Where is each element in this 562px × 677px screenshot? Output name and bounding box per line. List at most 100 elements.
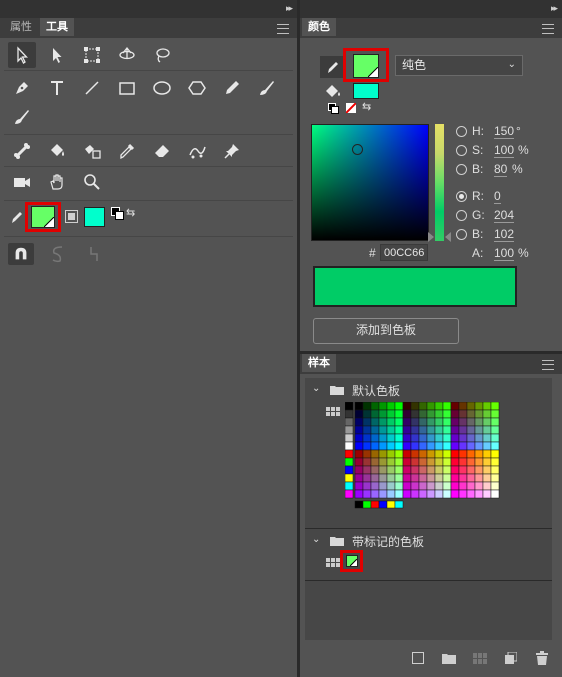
- swatch-cell[interactable]: [466, 489, 476, 499]
- swatch-cell[interactable]: [474, 425, 484, 435]
- swatch-cell[interactable]: [418, 425, 428, 435]
- swatch-cell[interactable]: [394, 449, 404, 459]
- swatch-cell[interactable]: [378, 449, 388, 459]
- hue-slider[interactable]: [435, 124, 444, 241]
- swatch-cell[interactable]: [410, 465, 420, 475]
- lasso-tool[interactable]: [148, 42, 176, 68]
- new-group-icon[interactable]: [442, 653, 456, 664]
- swatch-cell[interactable]: [490, 473, 500, 483]
- swatch-cell[interactable]: [450, 473, 460, 483]
- swatch-cell[interactable]: [426, 409, 436, 419]
- swatch-cell[interactable]: [418, 433, 428, 443]
- swatch-cell[interactable]: [426, 401, 436, 411]
- color-picker-field[interactable]: [311, 124, 429, 241]
- swatch-cell[interactable]: [410, 409, 420, 419]
- swatch-cell[interactable]: [474, 449, 484, 459]
- swatch-cell[interactable]: [370, 441, 380, 451]
- swatch-cell[interactable]: [362, 433, 372, 443]
- swatch-cell[interactable]: [370, 417, 380, 427]
- swatch-cell[interactable]: [410, 457, 420, 467]
- swatch-cell[interactable]: [482, 481, 492, 491]
- 3d-rotation-tool[interactable]: [113, 42, 141, 68]
- swatch-cell[interactable]: [402, 449, 412, 459]
- swatch-cell[interactable]: [378, 425, 388, 435]
- camera-tool[interactable]: [8, 169, 36, 195]
- swatch-cell[interactable]: [466, 433, 476, 443]
- swatch-cell[interactable]: [344, 409, 354, 419]
- panel-menu-icon[interactable]: [542, 360, 554, 370]
- swatch-cell[interactable]: [386, 441, 396, 451]
- swatch-cell[interactable]: [442, 465, 452, 475]
- swatch-cell[interactable]: [386, 457, 396, 467]
- smooth-button[interactable]: [50, 245, 66, 263]
- swatch-cell[interactable]: [458, 433, 468, 443]
- swatch-cell[interactable]: [418, 465, 428, 475]
- radio-g[interactable]: [456, 210, 467, 221]
- swatch-cell[interactable]: [466, 473, 476, 483]
- value-alpha[interactable]: 100: [494, 246, 515, 261]
- swatch-cell[interactable]: [450, 465, 460, 475]
- swatch-cell[interactable]: [482, 489, 492, 499]
- ink-bottle-tool[interactable]: [78, 138, 106, 164]
- swatch-cell[interactable]: [418, 473, 428, 483]
- swatch-cell[interactable]: [442, 449, 452, 459]
- tab-swatches[interactable]: 样本: [302, 354, 336, 372]
- subselection-tool[interactable]: [43, 42, 71, 68]
- swatch-cell[interactable]: [386, 449, 396, 459]
- swap-colors-icon[interactable]: ⇆: [362, 101, 376, 113]
- swatch-cell[interactable]: [410, 473, 420, 483]
- swatch-cell[interactable]: [434, 441, 444, 451]
- swatch-cell[interactable]: [474, 489, 484, 499]
- swatch-cell[interactable]: [370, 433, 380, 443]
- swatch-cell[interactable]: [474, 441, 484, 451]
- swatch-cell[interactable]: [370, 465, 380, 475]
- swatch-cell[interactable]: [442, 417, 452, 427]
- swatch-cell[interactable]: [490, 449, 500, 459]
- picker-cursor[interactable]: [352, 144, 363, 155]
- swap-colors-icon[interactable]: ⇆: [126, 207, 140, 221]
- no-color-icon[interactable]: [346, 103, 356, 113]
- swatch-cell[interactable]: [362, 409, 372, 419]
- swatch-cell[interactable]: [490, 441, 500, 451]
- swatch-cell[interactable]: [434, 489, 444, 499]
- panel-menu-icon[interactable]: [277, 24, 289, 34]
- swatch-cell[interactable]: [378, 441, 388, 451]
- fill-color-swatch[interactable]: [84, 207, 105, 227]
- chevron-down-icon[interactable]: ⌄: [312, 383, 320, 394]
- swatch-cell[interactable]: [386, 473, 396, 483]
- swatch-cell[interactable]: [458, 481, 468, 491]
- text-tool[interactable]: [43, 75, 71, 101]
- paint-bucket-tool[interactable]: [43, 138, 71, 164]
- swatch-cell[interactable]: [410, 433, 420, 443]
- swatch-cell[interactable]: [442, 433, 452, 443]
- swatch-cell[interactable]: [394, 401, 404, 411]
- value-h[interactable]: 150: [494, 124, 515, 139]
- swatch-cell[interactable]: [434, 457, 444, 467]
- swatch-cell[interactable]: [426, 457, 436, 467]
- swatch-cell[interactable]: [482, 441, 492, 451]
- swatch-cell[interactable]: [418, 441, 428, 451]
- swatch-cell[interactable]: [344, 441, 354, 451]
- swatch-cell[interactable]: [402, 489, 412, 499]
- swatch-cell[interactable]: [474, 433, 484, 443]
- swatch-cell[interactable]: [386, 409, 396, 419]
- swatch-cell[interactable]: [458, 473, 468, 483]
- swatch-cell[interactable]: [344, 449, 354, 459]
- panel-menu-icon[interactable]: [542, 24, 554, 34]
- value-blue[interactable]: 102: [494, 227, 515, 242]
- swatch-grid[interactable]: [344, 401, 520, 509]
- swatch-cell[interactable]: [378, 433, 388, 443]
- swatch-cell[interactable]: [490, 465, 500, 475]
- tab-properties[interactable]: 属性: [4, 18, 38, 36]
- swatch-cell[interactable]: [378, 417, 388, 427]
- swatch-cell[interactable]: [410, 449, 420, 459]
- swatch-cell[interactable]: [362, 481, 372, 491]
- swatch-cell[interactable]: [490, 417, 500, 427]
- swatch-cell[interactable]: [378, 401, 388, 411]
- swatch-cell[interactable]: [378, 473, 388, 483]
- swatch-cell[interactable]: [370, 401, 380, 411]
- swatch-cell[interactable]: [466, 465, 476, 475]
- swatch-cell[interactable]: [450, 417, 460, 427]
- swatch-cell[interactable]: [426, 441, 436, 451]
- swatch-cell[interactable]: [426, 425, 436, 435]
